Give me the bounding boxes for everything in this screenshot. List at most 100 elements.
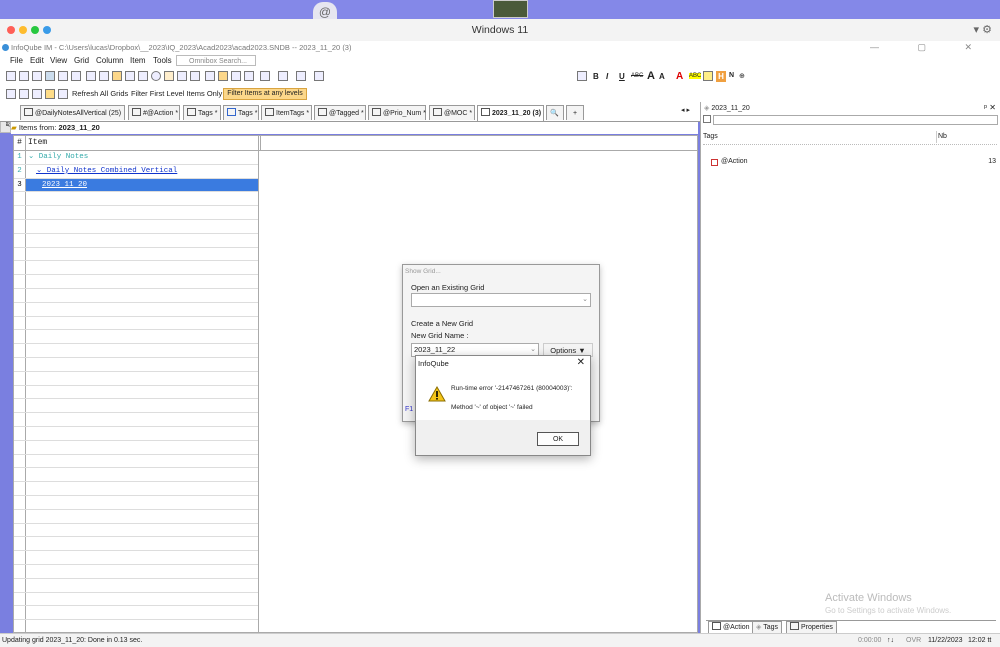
underline-button[interactable]: U — [619, 72, 625, 81]
window-controls[interactable]: — ▢ ✕ — [870, 41, 990, 54]
nav-arrows-icon[interactable]: ↑↓ — [887, 634, 894, 647]
table-row[interactable] — [14, 606, 258, 621]
table-row[interactable] — [14, 289, 258, 303]
refresh-all-grids-button[interactable]: Refresh All Grids — [72, 86, 128, 102]
tab-tags-tree[interactable]: Tags * — [223, 105, 259, 120]
tab-dailynotes[interactable]: @DailyNotesAllVertical (25) — [20, 105, 125, 120]
user-icon[interactable] — [164, 71, 174, 81]
menu-file[interactable]: File — [10, 54, 23, 68]
table-row[interactable] — [14, 275, 258, 289]
table-row[interactable] — [14, 427, 258, 441]
table-row[interactable]: 2 ⌄ Daily Notes Combined Vertical — [14, 164, 258, 179]
highlight-icon[interactable] — [112, 71, 122, 81]
link-icon[interactable]: ⊕ — [739, 72, 745, 80]
grid-icon[interactable] — [6, 71, 16, 81]
hierarchy-icon[interactable] — [244, 71, 254, 81]
row-item-text[interactable]: 2023 11 20 — [42, 179, 87, 192]
table-row[interactable] — [14, 220, 258, 234]
font-color-icon[interactable]: A — [676, 71, 683, 82]
bold-button[interactable]: B — [593, 72, 599, 81]
bar-chart-icon[interactable] — [45, 89, 55, 99]
existing-grid-select[interactable]: ⌄ — [411, 293, 591, 307]
menu-column[interactable]: Column — [96, 54, 124, 68]
ok-button[interactable]: OK — [537, 432, 579, 446]
menu-grid[interactable]: Grid — [74, 54, 89, 68]
panel-pin-close[interactable]: ᵖ ✕ — [984, 103, 996, 112]
page-icon[interactable] — [138, 71, 148, 81]
col-header-num[interactable]: # — [14, 136, 26, 150]
menu-item[interactable]: Item — [130, 54, 146, 68]
filter-column-icon[interactable] — [314, 71, 324, 81]
heading-button[interactable]: H — [716, 71, 726, 82]
omnibox-search-input[interactable]: Omnibox Search... — [176, 55, 256, 66]
table-row[interactable] — [14, 206, 258, 220]
filter-icon[interactable] — [218, 71, 228, 81]
mail-icon[interactable]: @ — [313, 2, 337, 19]
view-icon[interactable] — [19, 89, 29, 99]
table-row[interactable] — [14, 261, 258, 276]
table-row[interactable]: 1 ⌄ Daily Notes — [14, 151, 258, 165]
window-icon[interactable] — [125, 71, 135, 81]
grow-font-button[interactable]: A — [647, 70, 655, 82]
col-header-item[interactable]: Item — [26, 136, 261, 150]
tab-action[interactable]: #@Action * — [128, 105, 180, 120]
table-row[interactable] — [14, 399, 258, 414]
filter-column-icon[interactable] — [296, 71, 306, 81]
table-row[interactable] — [14, 537, 258, 552]
table-row[interactable] — [14, 413, 258, 427]
table-row[interactable] — [14, 440, 258, 455]
table-row[interactable] — [14, 316, 258, 331]
normal-button[interactable]: N — [729, 72, 734, 79]
tab-moc[interactable]: @MOC * — [429, 105, 475, 120]
settings-icon[interactable]: ▾ ⚙ — [974, 23, 992, 36]
paint-icon[interactable] — [703, 71, 713, 81]
table-row[interactable] — [14, 578, 258, 593]
tag-checkbox[interactable] — [711, 159, 718, 166]
filter-icon[interactable] — [6, 89, 16, 99]
tag-name[interactable]: @Action — [721, 158, 748, 165]
menu-view[interactable]: View — [50, 54, 67, 68]
tree-icon[interactable] — [45, 71, 55, 81]
row-item-text[interactable]: ⌄ Daily Notes — [28, 151, 88, 164]
table-row[interactable] — [14, 302, 258, 317]
table-row[interactable] — [14, 192, 258, 207]
refresh-grid-icon[interactable] — [58, 89, 68, 99]
tab-2023-11-20[interactable]: 2023_11_20 (3) — [477, 105, 544, 121]
panel-filter-input[interactable] — [713, 115, 998, 125]
close-icon[interactable]: ✕ — [577, 357, 585, 368]
bell-icon[interactable] — [177, 71, 187, 81]
col-header-tags[interactable]: Tags — [703, 131, 937, 143]
table-row[interactable] — [14, 344, 258, 358]
table-row[interactable] — [14, 620, 258, 632]
cloud-icon[interactable] — [32, 89, 42, 99]
row-item-text[interactable]: ⌄ Daily Notes Combined Vertical — [36, 165, 177, 178]
photo-thumbnail[interactable] — [493, 0, 528, 18]
tab-tags[interactable]: Tags * — [183, 105, 221, 120]
panel-tab-action[interactable]: @Action — [708, 621, 754, 633]
tab-prio-num[interactable]: @Prio_Num * — [368, 105, 426, 120]
table-row[interactable] — [14, 482, 258, 496]
italic-button[interactable]: I — [606, 72, 608, 81]
tab-itemtags[interactable]: ItemTags * — [261, 105, 312, 120]
table-row[interactable] — [14, 233, 258, 248]
find-tab-button[interactable]: 🔍 — [546, 105, 564, 120]
settings-icon[interactable] — [190, 71, 200, 81]
menu-tools[interactable]: Tools — [153, 54, 172, 68]
table-row[interactable] — [14, 358, 258, 372]
print-preview-icon[interactable] — [86, 71, 96, 81]
filter-column-icon[interactable] — [278, 71, 288, 81]
sort-icon[interactable] — [260, 71, 270, 81]
table-row[interactable] — [14, 454, 258, 469]
col-header-nb[interactable]: Nb — [938, 131, 947, 143]
panel-tab-properties[interactable]: Properties — [786, 621, 837, 633]
strikethrough-button[interactable]: ABC — [631, 73, 643, 79]
table-row[interactable] — [14, 385, 258, 400]
table-row[interactable] — [14, 496, 258, 510]
menu-edit[interactable]: Edit — [30, 54, 44, 68]
table-row[interactable] — [14, 468, 258, 483]
table-row[interactable] — [14, 330, 258, 345]
document-icon[interactable] — [99, 71, 109, 81]
filter-first-level-button[interactable]: Filter First Level Items Only — [131, 86, 222, 102]
table-row[interactable] — [14, 509, 258, 524]
shrink-font-button[interactable]: A — [659, 72, 665, 81]
